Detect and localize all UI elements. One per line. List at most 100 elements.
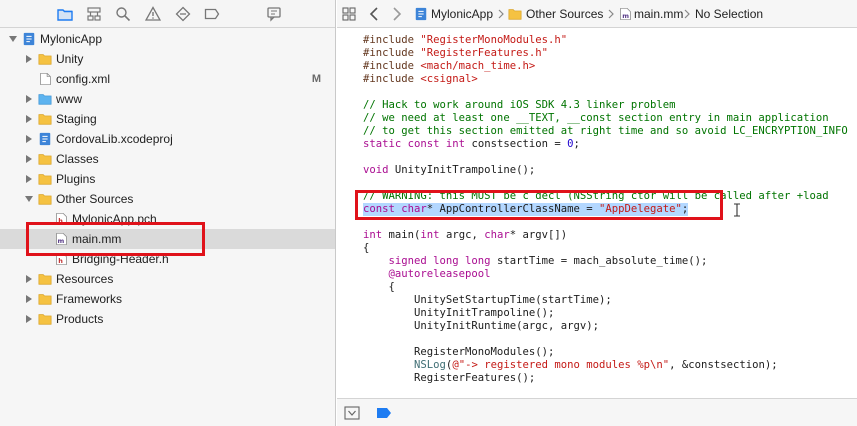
tree-item-label: MylonicApp [40, 32, 103, 46]
disclosure-closed-icon[interactable] [24, 294, 34, 304]
disclosure-closed-icon[interactable] [24, 274, 34, 284]
folder-icon [37, 51, 53, 67]
project-icon [21, 31, 37, 47]
code-line: // Hack to work around iOS SDK 4.3 linke… [363, 99, 676, 112]
code-token: { [363, 242, 370, 254]
code-line: RegisterFeatures(); [363, 372, 535, 385]
tree-item-www[interactable]: www [0, 89, 335, 109]
disclosure-closed-icon[interactable] [24, 54, 34, 64]
code-token: <mach/mach_time.h> [420, 60, 536, 72]
back-arrow-icon[interactable] [369, 7, 379, 21]
code-token: @autoreleasepool [388, 268, 491, 280]
disclosure-closed-icon[interactable] [24, 94, 34, 104]
annotation-box-main-mm [26, 222, 205, 256]
tree-item-classes[interactable]: Classes [0, 149, 335, 169]
tree-item-frameworks[interactable]: Frameworks [0, 289, 335, 309]
folder-icon [37, 191, 53, 207]
tree-item-label: CordovaLib.xcodeproj [56, 132, 173, 146]
code-token: startTime = mach_absolute_time(); [490, 255, 708, 267]
document-icon [37, 71, 53, 87]
tree-item-cordovalib-xcodeproj[interactable]: CordovaLib.xcodeproj [0, 129, 335, 149]
tree-item-label: Staging [56, 112, 97, 126]
hide-debug-area-icon[interactable] [344, 406, 360, 420]
forward-arrow-icon[interactable] [392, 7, 402, 21]
code-token: #include [363, 73, 421, 85]
tree-item-plugins[interactable]: Plugins [0, 169, 335, 189]
code-line: static const int constsection = 0; [363, 138, 580, 151]
code-token: argc, [439, 229, 485, 241]
chevron-right-icon [683, 7, 691, 21]
code-token: @"-> registered mono modules %p\n" [452, 359, 670, 371]
code-token: UnityInitTrampoline(); [363, 307, 555, 319]
code-token: signed long long [388, 255, 491, 267]
search-icon[interactable] [114, 5, 132, 23]
tree-item-mylonicapp[interactable]: MylonicApp [0, 29, 335, 49]
code-token: , &constsection); [669, 359, 778, 371]
code-token: void [363, 164, 389, 176]
disclosure-closed-icon[interactable] [24, 134, 34, 144]
folder-icon [37, 111, 53, 127]
tree-item-label: config.xml [56, 72, 111, 86]
code-token: #include [363, 60, 421, 72]
code-line: // we need at least one __TEXT, __const … [363, 112, 829, 125]
diamond-icon[interactable] [174, 5, 192, 23]
tree-item-other-sources[interactable]: Other Sources [0, 189, 335, 209]
disclosure-closed-icon[interactable] [24, 154, 34, 164]
message-icon[interactable] [265, 5, 283, 23]
code-line: int main(int argc, char* argv[]) [363, 229, 567, 242]
hierarchy-icon[interactable] [85, 5, 103, 23]
tree-item-products[interactable]: Products [0, 309, 335, 329]
code-line: signed long long startTime = mach_absolu… [363, 255, 708, 268]
warning-icon[interactable] [144, 5, 162, 23]
code-line: NSLog(@"-> registered mono modules %p\n"… [363, 359, 778, 372]
jumpbar-crumb-file[interactable]: main.mm [634, 6, 683, 22]
code-line: #include <mach/mach_time.h> [363, 60, 535, 73]
navigator-toolbar [0, 0, 335, 28]
disclosure-closed-icon[interactable] [24, 114, 34, 124]
jumpbar-crumb-group[interactable]: Other Sources [526, 6, 603, 22]
jump-bar: MylonicApp Other Sources m main.mm No Se… [337, 0, 857, 28]
debug-bar [337, 398, 857, 426]
code-token: * argv[]) [509, 229, 568, 241]
blue-folder-icon [37, 91, 53, 107]
code-token: RegisterMonoModules(); [363, 346, 555, 358]
grid-icon[interactable] [342, 7, 356, 21]
tree-item-config-xml[interactable]: config.xml M [0, 69, 335, 89]
breakpoints-toggle-icon[interactable] [376, 407, 392, 419]
folder-icon[interactable] [56, 5, 74, 23]
line-gutter [337, 28, 357, 398]
tree-item-unity[interactable]: Unity [0, 49, 335, 69]
svg-text:m: m [622, 12, 629, 20]
code-token: int [363, 229, 383, 241]
tree-item-label: Frameworks [56, 292, 123, 306]
tree-item-label: www [56, 92, 82, 106]
code-token: UnitySetStartupTime(startTime); [363, 294, 612, 306]
code-token: "RegisterMonoModules.h" [420, 34, 568, 46]
folder-icon [37, 151, 53, 167]
jumpbar-crumb-symbol[interactable]: No Selection [695, 6, 763, 22]
tree-item-resources[interactable]: Resources [0, 269, 335, 289]
jumpbar-crumb-project[interactable]: MylonicApp [431, 6, 493, 22]
code-token: int [420, 229, 440, 241]
code-token: <csignal> [420, 73, 478, 85]
code-token: constsection = [465, 138, 568, 150]
code-token: // Hack to work around iOS SDK 4.3 linke… [363, 99, 676, 111]
annotation-box-app-controller [355, 190, 723, 220]
tree-item-label: Unity [56, 52, 84, 66]
disclosure-closed-icon[interactable] [24, 314, 34, 324]
code-token: static const int [363, 138, 466, 150]
tree-item-staging[interactable]: Staging [0, 109, 335, 129]
code-line: #include "RegisterFeatures.h" [363, 47, 548, 60]
project-icon [37, 131, 53, 147]
breakpoint-icon[interactable] [203, 5, 221, 23]
code-line: UnitySetStartupTime(startTime); [363, 294, 612, 307]
code-line: UnityInitTrampoline(); [363, 307, 554, 320]
disclosure-closed-icon[interactable] [24, 174, 34, 184]
folder-icon [507, 6, 523, 22]
code-token: { [363, 281, 395, 293]
tree-item-label: Resources [56, 272, 114, 286]
disclosure-open-icon[interactable] [8, 34, 18, 44]
disclosure-open-icon[interactable] [24, 194, 34, 204]
